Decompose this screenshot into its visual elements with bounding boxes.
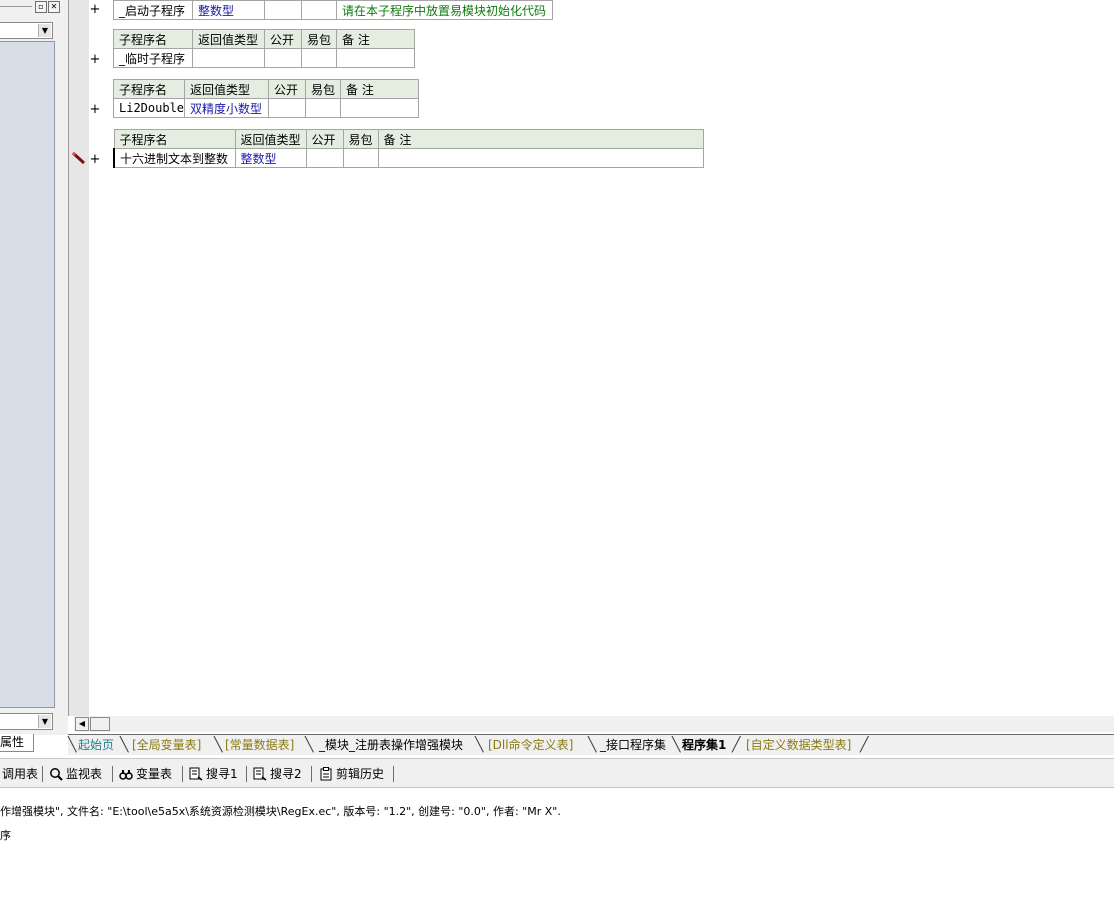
easy-pack-cell[interactable] [305,98,342,118]
note-cell[interactable] [340,98,420,118]
search2-button[interactable]: 搜寻2 [253,765,302,783]
toolbar-separator [393,766,394,782]
public-cell[interactable] [305,148,344,168]
header-easy-pack: 易包 [342,129,379,149]
close-icon[interactable]: ✕ [48,1,60,13]
binoculars-icon [119,770,133,780]
object-selector[interactable]: ▼ [0,22,53,39]
header-name: 子程序名 [113,129,236,149]
subroutine-table: 子程序名 返回值类型 公开 易包 备 注 Li2Double 双精度小数型 [112,79,420,118]
subroutine-table: 子程序名 返回值类型 公开 易包 备 注 十六进制文本到整数 整数型 [113,129,704,168]
var-table-label: 变量表 [136,767,173,781]
return-type-cell[interactable]: 整数型 [234,148,307,168]
pencil-icon [71,151,86,165]
panel-title-line [0,6,32,7]
tab-custom-types[interactable]: [自定义数据类型表] [742,737,855,753]
property-tree[interactable] [0,41,55,708]
subroutine-table: 子程序名 返回值类型 公开 易包 备 注 _临时子程序 [113,29,415,68]
tab-program-set-1[interactable]: 程序集1 [678,737,730,753]
scroll-left-icon[interactable]: ◀ [75,717,89,731]
search2-label: 搜寻2 [270,767,302,781]
panel-bottom-selector[interactable]: ▼ [0,713,53,730]
pin-icon[interactable]: ▫ [35,1,47,13]
search-doc-icon [189,767,203,781]
tab-start-page[interactable]: 起始页 [74,737,118,753]
tab-registry-module[interactable]: _模块_注册表操作增强模块 [315,737,467,753]
subroutine-name-cell[interactable]: Li2Double [112,98,186,118]
clip-history-button[interactable]: 剪辑历史 [319,765,384,783]
return-type-cell[interactable] [192,48,265,68]
subroutine-name-cell[interactable]: _启动子程序 [113,0,193,20]
header-easy-pack: 易包 [305,79,342,99]
header-public: 公开 [268,79,307,99]
watch-table-label: 监视表 [66,767,103,781]
file-tab-bar: ╲ 起始页 ╲ [全局变量表] ╲ [常量数据表] ╲ _模块_注册表操作增强模… [68,734,1114,755]
watch-table-button[interactable]: 监视表 [49,765,102,783]
public-cell[interactable] [264,48,302,68]
subroutine-table: _启动子程序 整数型 请在本子程序中放置易模块初始化代码 [113,0,553,20]
toolbar-separator [311,766,312,782]
output-line: 作增强模块", 文件名: "E:\tool\e5a5x\系统资源检测模块\Reg… [0,805,561,818]
header-return-type: 返回值类型 [184,79,270,99]
editor-gutter [68,0,89,716]
horizontal-scrollbar[interactable]: ◀ [74,716,1114,732]
toolbar-separator [112,766,113,782]
easy-pack-cell[interactable] [342,148,379,168]
tab-separator: ╱ [860,737,869,753]
header-note: 备 注 [377,129,704,149]
expand-icon[interactable]: + [89,52,101,67]
search-doc-icon [253,767,267,781]
tab-global-vars[interactable]: [全局变量表] [128,737,205,753]
search1-button[interactable]: 搜寻1 [189,765,238,783]
return-type-cell[interactable]: 整数型 [192,0,265,20]
bottom-toolbar: 调用表 监视表 变量表 搜寻1 搜寻2 剪辑历史 [0,758,1114,788]
header-note: 备 注 [336,29,415,49]
magnifier-icon [50,768,63,781]
header-note: 备 注 [340,79,420,99]
easy-pack-cell[interactable] [301,0,337,20]
subroutine-name-cell[interactable]: 十六进制文本到整数 [113,148,236,168]
chevron-down-icon[interactable]: ▼ [38,715,51,728]
toolbar-separator [42,766,43,782]
header-return-type: 返回值类型 [234,129,307,149]
header-return-type: 返回值类型 [192,29,265,49]
return-type-cell[interactable]: 双精度小数型 [184,98,270,118]
header-public: 公开 [305,129,344,149]
output-panel[interactable]: 作增强模块", 文件名: "E:\tool\e5a5x\系统资源检测模块\Reg… [0,790,1114,915]
header-easy-pack: 易包 [301,29,337,49]
header-name: 子程序名 [113,29,193,49]
subroutine-name-cell[interactable]: _临时子程序 [113,48,193,68]
tab-dll-commands[interactable]: [Dll命令定义表] [484,737,577,753]
tab-properties[interactable]: 属性 [0,734,34,752]
clip-history-label: 剪辑历史 [336,767,385,781]
easy-pack-cell[interactable] [301,48,337,68]
call-table-button[interactable]: 调用表 [2,765,38,783]
expand-icon[interactable]: + [89,2,101,17]
output-line: 序 [0,829,11,842]
toolbar-separator [182,766,183,782]
header-public: 公开 [264,29,302,49]
call-table-label: 调用表 [2,767,39,781]
tab-interface-program[interactable]: _接口程序集 [596,737,670,753]
note-cell[interactable]: 请在本子程序中放置易模块初始化代码 [336,0,553,20]
toolbar-separator [246,766,247,782]
chevron-down-icon[interactable]: ▼ [38,24,51,37]
tab-constants[interactable]: [常量数据表] [221,737,298,753]
expand-icon[interactable]: + [89,102,101,117]
expand-icon[interactable]: + [89,152,101,167]
search1-label: 搜寻1 [206,767,238,781]
var-table-button[interactable]: 变量表 [119,765,172,783]
note-cell[interactable] [377,148,704,168]
public-cell[interactable] [264,0,302,20]
clipboard-icon [320,767,332,781]
tab-separator: ╱ [732,737,741,753]
tab-separator: ╲ [475,737,484,753]
public-cell[interactable] [268,98,307,118]
note-cell[interactable] [336,48,415,68]
header-name: 子程序名 [112,79,186,99]
scrollbar-thumb[interactable] [90,717,110,731]
tab-separator: ╲ [305,737,314,753]
